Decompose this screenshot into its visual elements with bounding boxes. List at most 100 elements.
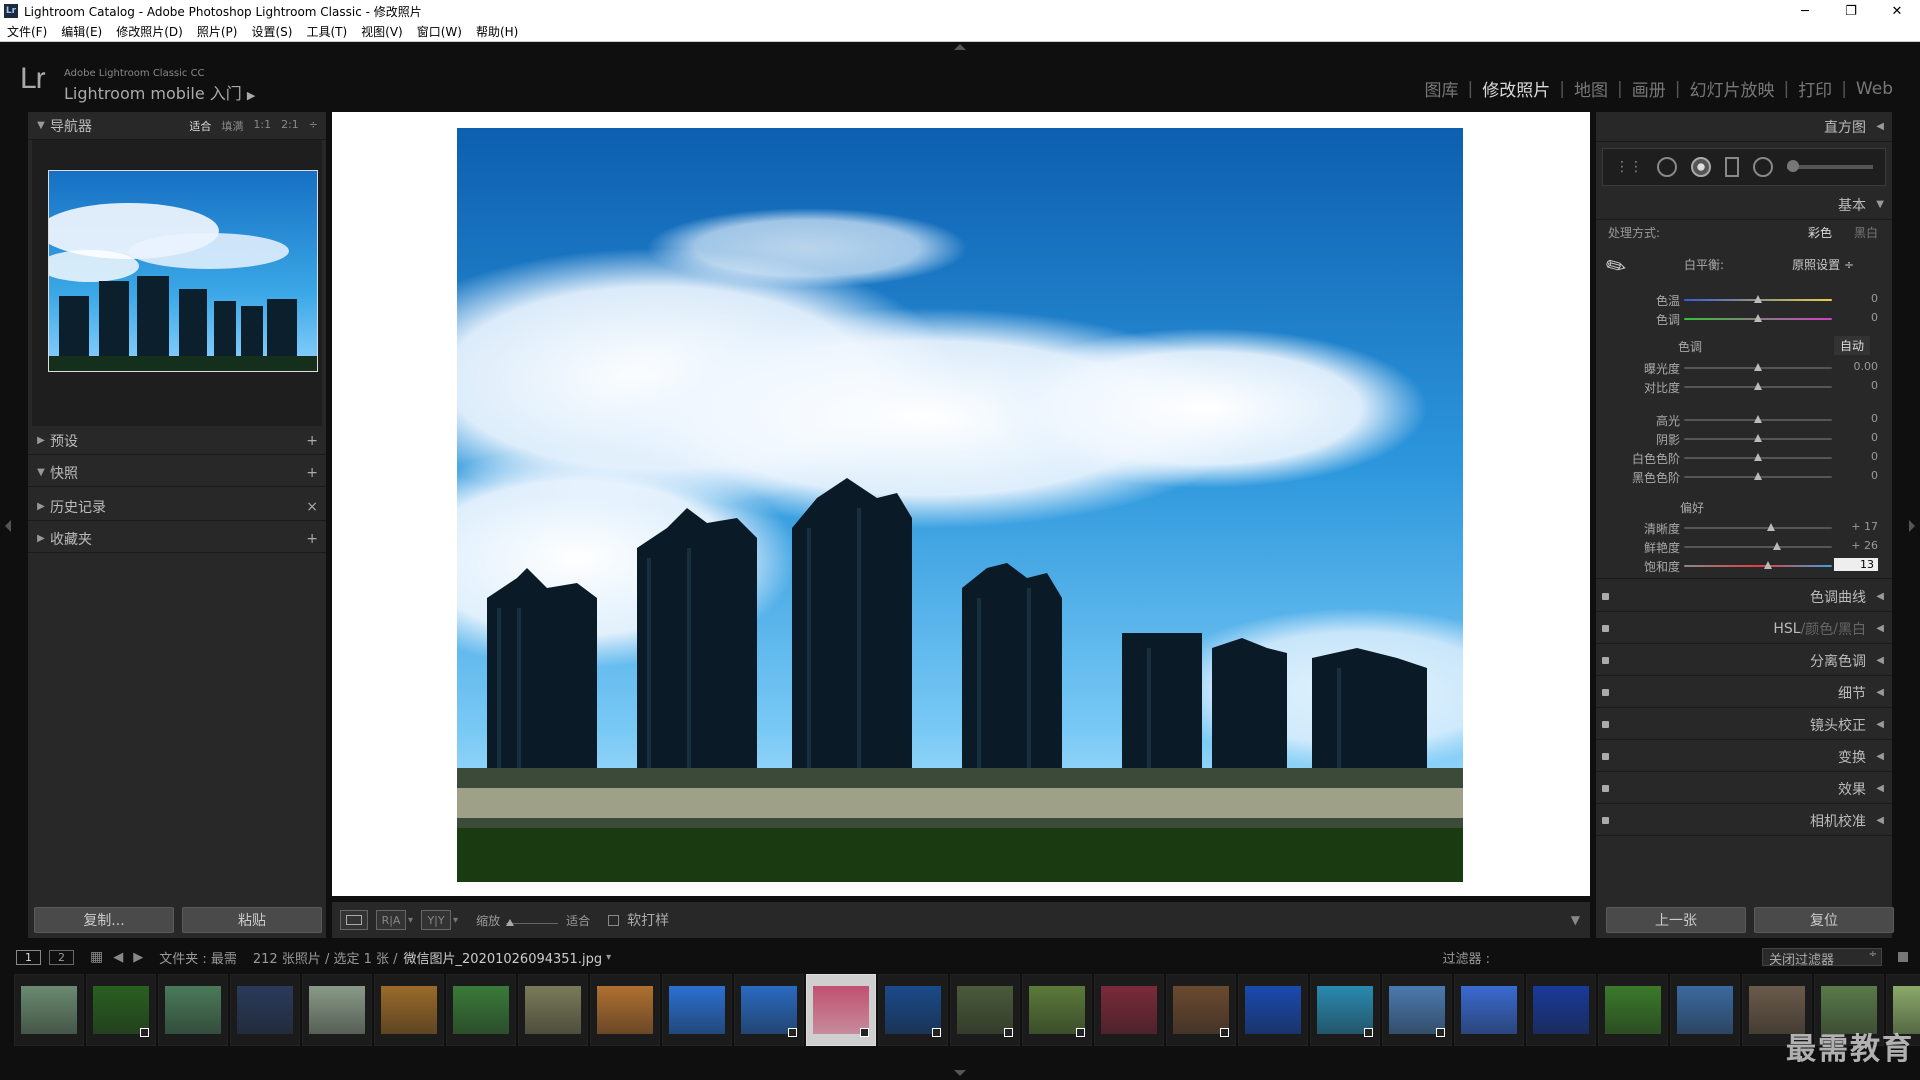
module-library[interactable]: 图库 bbox=[1416, 76, 1468, 101]
filmstrip-thumbnail[interactable] bbox=[590, 974, 660, 1046]
copy-button[interactable]: 复制... bbox=[34, 907, 174, 933]
dropdown-icon[interactable]: ▾ bbox=[408, 915, 413, 926]
maximize-button[interactable]: ❐ bbox=[1828, 0, 1874, 22]
zoom-fill[interactable]: 填满 bbox=[221, 118, 243, 134]
slider-knob[interactable] bbox=[1763, 561, 1772, 569]
eyedropper-icon[interactable]: ✎ bbox=[1601, 245, 1642, 286]
module-web[interactable]: Web bbox=[1847, 79, 1902, 99]
slider-knob[interactable] bbox=[1754, 434, 1762, 442]
yy-view-button[interactable]: Y|Y bbox=[421, 910, 452, 930]
paste-button[interactable]: 粘贴 bbox=[182, 907, 322, 933]
menu-file[interactable]: 文件(F) bbox=[0, 23, 54, 40]
slider-value[interactable]: 0 bbox=[1871, 431, 1878, 444]
file-name[interactable]: 微信图片_20201026094351.jpg bbox=[404, 948, 603, 967]
hsl-extra-tab[interactable]: 颜色 bbox=[1805, 619, 1833, 639]
before-after-button[interactable]: R|A bbox=[376, 910, 406, 930]
dropdown-icon[interactable]: ▾ bbox=[606, 952, 611, 963]
panel-header-5[interactable]: 变换 ◀ bbox=[1596, 742, 1892, 772]
right-panel-toggle-icon[interactable] bbox=[1909, 520, 1915, 532]
image-canvas[interactable] bbox=[332, 112, 1590, 896]
panel-header-6[interactable]: 效果 ◀ bbox=[1596, 774, 1892, 804]
loupe-view-button[interactable] bbox=[340, 910, 368, 930]
slider-track[interactable] bbox=[1684, 527, 1832, 529]
panel-toggle-icon[interactable] bbox=[1602, 785, 1609, 792]
panel-header-4[interactable]: 镜头校正 ◀ bbox=[1596, 710, 1892, 740]
slider-knob[interactable] bbox=[1754, 415, 1762, 423]
filmstrip-thumbnail[interactable] bbox=[1382, 974, 1452, 1046]
panel-toggle-icon[interactable] bbox=[1602, 817, 1609, 824]
slider-knob[interactable] bbox=[1754, 382, 1762, 390]
top-panel-toggle-icon[interactable] bbox=[954, 44, 966, 50]
slider-row[interactable]: 对比度 0 bbox=[1596, 377, 1892, 396]
basic-header[interactable]: 基本 ▼ bbox=[1596, 190, 1892, 220]
filmstrip-thumbnail[interactable] bbox=[1310, 974, 1380, 1046]
filmstrip-thumbnail[interactable] bbox=[230, 974, 300, 1046]
slider-knob[interactable] bbox=[1754, 314, 1762, 322]
filmstrip-thumbnail[interactable] bbox=[1022, 974, 1092, 1046]
brush-slider[interactable] bbox=[1787, 160, 1873, 172]
spot-removal-icon[interactable] bbox=[1657, 157, 1677, 177]
panel-header-3[interactable]: 细节 ◀ bbox=[1596, 678, 1892, 708]
slider-row[interactable]: 色调 0 bbox=[1596, 309, 1892, 328]
slider-knob[interactable] bbox=[1754, 453, 1762, 461]
filmstrip-thumbnail[interactable] bbox=[1526, 974, 1596, 1046]
menu-edit[interactable]: 编辑(E) bbox=[54, 23, 109, 40]
slider-row[interactable]: 饱和度 13 bbox=[1596, 556, 1892, 575]
slider-value[interactable]: 13 bbox=[1834, 558, 1878, 571]
zoom-1-1[interactable]: 1:1 bbox=[253, 118, 271, 134]
menu-view[interactable]: 视图(V) bbox=[354, 23, 410, 40]
filmstrip-thumbnail[interactable] bbox=[302, 974, 372, 1046]
panel-header-2[interactable]: 分离色调 ◀ bbox=[1596, 646, 1892, 676]
treatment-bw-option[interactable]: 黑白 bbox=[1854, 224, 1878, 241]
navigator-thumbnail[interactable] bbox=[48, 170, 318, 372]
back-arrow-icon[interactable]: ◀ bbox=[113, 950, 123, 965]
slider-row[interactable]: 高光 0 bbox=[1596, 410, 1892, 429]
panel-toggle-icon[interactable] bbox=[1602, 625, 1609, 632]
hsl-extra-tab[interactable]: 黑白 bbox=[1838, 619, 1866, 639]
panel-toggle-icon[interactable] bbox=[1602, 721, 1609, 728]
add-snapshot-icon[interactable]: + bbox=[306, 465, 318, 481]
auto-button[interactable]: 自动 bbox=[1833, 336, 1870, 355]
minimize-button[interactable]: ─ bbox=[1782, 0, 1828, 22]
panel-toggle-icon[interactable] bbox=[1602, 593, 1609, 600]
add-collection-icon[interactable]: + bbox=[306, 531, 318, 547]
slider-knob[interactable] bbox=[1766, 523, 1775, 531]
wb-dropdown[interactable]: 原照设置 ÷ bbox=[1792, 256, 1854, 273]
dropdown-icon[interactable]: ▾ bbox=[453, 915, 458, 926]
menu-help[interactable]: 帮助(H) bbox=[469, 23, 525, 40]
panel-header-1[interactable]: HSL / 颜色 / 黑白 ◀ bbox=[1596, 614, 1892, 644]
slider-knob[interactable] bbox=[1754, 363, 1762, 371]
filmstrip-thumbnail[interactable] bbox=[1166, 974, 1236, 1046]
slider-knob[interactable] bbox=[506, 919, 515, 926]
grid-crop-icon[interactable]: ⋮⋮ bbox=[1615, 159, 1643, 175]
filmstrip-thumbnail[interactable] bbox=[950, 974, 1020, 1046]
filmstrip-thumbnail[interactable] bbox=[158, 974, 228, 1046]
red-eye-icon[interactable] bbox=[1691, 157, 1711, 177]
zoom-stepper-icon[interactable]: ÷ bbox=[309, 118, 318, 134]
clear-history-icon[interactable]: × bbox=[306, 499, 318, 515]
main-photo[interactable] bbox=[457, 128, 1463, 882]
filmstrip-thumbnail[interactable] bbox=[1094, 974, 1164, 1046]
slider-value[interactable]: + 17 bbox=[1851, 520, 1878, 533]
toolbar-menu-icon[interactable]: ▼ bbox=[1571, 913, 1580, 927]
history-header[interactable]: ▶ 历史记录 × bbox=[28, 493, 326, 521]
slider-value[interactable]: 0 bbox=[1871, 469, 1878, 482]
filmstrip-thumbnail[interactable] bbox=[14, 974, 84, 1046]
module-slideshow[interactable]: 幻灯片放映 bbox=[1680, 76, 1783, 101]
menu-window[interactable]: 窗口(W) bbox=[410, 23, 469, 40]
bottom-panel-toggle-icon[interactable] bbox=[954, 1070, 966, 1076]
module-print[interactable]: 打印 bbox=[1789, 76, 1841, 101]
close-button[interactable]: ✕ bbox=[1874, 0, 1920, 22]
graduated-filter-icon[interactable] bbox=[1725, 157, 1739, 177]
navigator-header[interactable]: ▼ 导航器 适合 填满 1:1 2:1 ÷ bbox=[28, 112, 326, 140]
slider-row[interactable]: 鲜艳度 + 26 bbox=[1596, 537, 1892, 556]
filter-dropdown[interactable]: 关闭过滤器 ÷ bbox=[1762, 948, 1882, 968]
filmstrip-thumbnail[interactable] bbox=[518, 974, 588, 1046]
slider-row[interactable]: 白色色阶 0 bbox=[1596, 448, 1892, 467]
panel-toggle-icon[interactable] bbox=[1602, 689, 1609, 696]
slider-value[interactable]: 0 bbox=[1871, 450, 1878, 463]
slider-value[interactable]: 0 bbox=[1871, 379, 1878, 392]
filmstrip-thumbnail[interactable] bbox=[86, 974, 156, 1046]
module-develop[interactable]: 修改照片 bbox=[1473, 76, 1559, 101]
menu-develop[interactable]: 修改照片(D) bbox=[109, 23, 190, 40]
